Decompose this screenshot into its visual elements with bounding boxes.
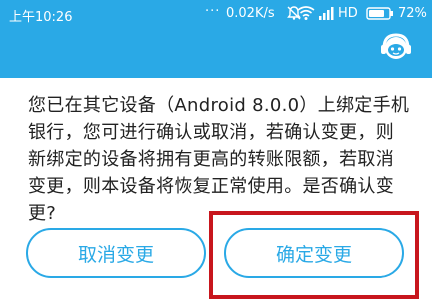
status-bar: 上午10:26 ··· 0.02K/s HD 72% <box>0 0 432 28</box>
app-header: 上午10:26 ··· 0.02K/s HD 72% <box>0 0 432 78</box>
wifi-icon <box>297 5 317 21</box>
network-type-label: HD <box>338 6 358 21</box>
customer-service-mascot-icon[interactable] <box>379 32 413 64</box>
app-screen: 上午10:26 ··· 0.02K/s HD 72% 您已在其它设备（Andro… <box>0 0 432 307</box>
battery-icon <box>366 5 394 21</box>
cancel-change-label: 取消变更 <box>77 243 154 266</box>
confirm-change-button[interactable]: 确定变更 <box>224 228 404 278</box>
network-speed: 0.02K/s <box>226 6 275 21</box>
cancel-change-button[interactable]: 取消变更 <box>26 228 206 278</box>
status-dots: ··· <box>205 4 221 19</box>
battery-percent: 72% <box>398 6 427 21</box>
rebind-device-dialog: 您已在其它设备（Android 8.0.0）上绑定手机银行，您可进行确认或取消，… <box>0 78 432 307</box>
signal-icon <box>318 5 336 21</box>
status-time: 上午10:26 <box>9 10 73 25</box>
confirm-change-label: 确定变更 <box>275 243 352 266</box>
dialog-message: 您已在其它设备（Android 8.0.0）上绑定手机银行，您可进行确认或取消，… <box>28 95 410 224</box>
